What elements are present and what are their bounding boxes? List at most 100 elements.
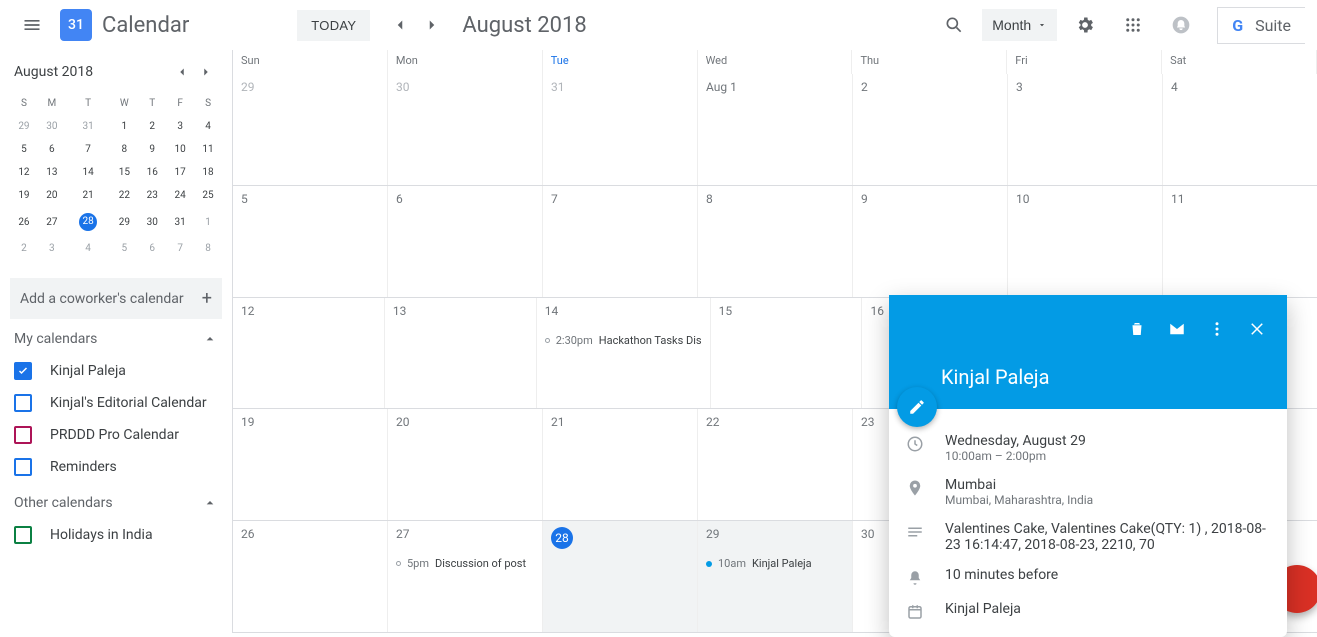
mini-day-cell[interactable]: 6 (38, 138, 66, 161)
search-button[interactable] (934, 5, 974, 45)
day-cell[interactable]: 275pmDiscussion of post (388, 521, 543, 632)
mini-day-cell[interactable]: 4 (66, 237, 111, 260)
mini-day-cell[interactable]: 10 (166, 138, 194, 161)
mini-day-cell[interactable]: 7 (66, 138, 111, 161)
mini-day-cell[interactable]: 22 (110, 184, 138, 207)
mini-day-cell[interactable]: 3 (166, 115, 194, 138)
mini-day-cell[interactable]: 30 (138, 207, 166, 237)
calendar-list-item[interactable]: Holidays in India (10, 519, 222, 551)
add-calendar-plus-icon[interactable]: + (202, 288, 212, 309)
day-cell[interactable]: 6 (388, 186, 543, 297)
mini-day-cell[interactable]: 12 (10, 161, 38, 184)
day-cell[interactable]: 12 (233, 298, 385, 409)
edit-event-button[interactable] (897, 387, 937, 427)
calendar-checkbox[interactable] (14, 458, 32, 476)
day-cell[interactable]: 3 (1008, 74, 1163, 185)
calendar-list-item[interactable]: Reminders (10, 451, 222, 483)
day-cell[interactable]: 7 (543, 186, 698, 297)
mini-day-cell[interactable]: 25 (194, 184, 222, 207)
notifications-button[interactable] (1161, 5, 1201, 45)
mini-day-cell[interactable]: 13 (38, 161, 66, 184)
mini-day-cell[interactable]: 20 (38, 184, 66, 207)
event-chip[interactable]: 5pmDiscussion of post (396, 557, 534, 570)
email-guests-button[interactable] (1159, 311, 1195, 347)
day-cell[interactable]: 29 (233, 74, 388, 185)
more-options-button[interactable] (1199, 311, 1235, 347)
calendar-list-item[interactable]: PRDDD Pro Calendar (10, 419, 222, 451)
calendar-list-item[interactable]: Kinjal Paleja (10, 355, 222, 387)
day-cell[interactable]: 10 (1008, 186, 1163, 297)
day-cell[interactable]: 8 (698, 186, 853, 297)
other-calendars-header[interactable]: Other calendars (10, 483, 222, 519)
calendar-checkbox[interactable] (14, 394, 32, 412)
mini-day-cell[interactable]: 2 (138, 115, 166, 138)
day-cell[interactable]: 21 (543, 409, 698, 520)
mini-day-cell[interactable]: 29 (110, 207, 138, 237)
mini-day-cell[interactable]: 15 (110, 161, 138, 184)
mini-day-cell[interactable]: 29 (10, 115, 38, 138)
mini-day-cell[interactable]: 26 (10, 207, 38, 237)
mini-day-cell[interactable]: 24 (166, 184, 194, 207)
event-chip[interactable]: 2:30pmHackathon Tasks Dis (545, 334, 702, 347)
mini-day-cell[interactable]: 23 (138, 184, 166, 207)
calendar-checkbox[interactable] (14, 526, 32, 544)
day-cell[interactable]: 13 (385, 298, 537, 409)
menu-button[interactable] (12, 5, 52, 45)
calendar-checkbox[interactable] (14, 426, 32, 444)
mini-day-cell[interactable]: 1 (110, 115, 138, 138)
day-cell[interactable]: 22 (698, 409, 853, 520)
mini-day-cell[interactable]: 31 (66, 115, 111, 138)
day-cell[interactable]: 26 (233, 521, 388, 632)
mini-day-cell[interactable]: 4 (194, 115, 222, 138)
mini-day-cell[interactable]: 17 (166, 161, 194, 184)
day-cell[interactable]: 4 (1163, 74, 1317, 185)
mini-day-cell[interactable]: 2 (10, 237, 38, 260)
mini-day-cell[interactable]: 1 (194, 207, 222, 237)
mini-day-cell[interactable]: 28 (66, 207, 111, 237)
day-cell[interactable]: 2 (853, 74, 1008, 185)
mini-day-cell[interactable]: 30 (38, 115, 66, 138)
calendar-checkbox[interactable] (14, 362, 32, 380)
view-selector[interactable]: Month (982, 9, 1057, 41)
mini-day-cell[interactable]: 18 (194, 161, 222, 184)
mini-day-cell[interactable]: 16 (138, 161, 166, 184)
mini-day-cell[interactable]: 11 (194, 138, 222, 161)
mini-day-cell[interactable]: 19 (10, 184, 38, 207)
mini-day-cell[interactable]: 8 (110, 138, 138, 161)
day-cell[interactable]: 28 (543, 521, 698, 632)
day-cell[interactable]: 5 (233, 186, 388, 297)
my-calendars-header[interactable]: My calendars (10, 319, 222, 355)
mini-day-cell[interactable]: 21 (66, 184, 111, 207)
next-period-button[interactable] (416, 9, 448, 41)
prev-period-button[interactable] (384, 9, 416, 41)
settings-button[interactable] (1065, 5, 1105, 45)
mini-day-cell[interactable]: 31 (166, 207, 194, 237)
mini-day-cell[interactable]: 3 (38, 237, 66, 260)
event-chip[interactable]: 10amKinjal Paleja (706, 557, 844, 570)
mini-day-cell[interactable]: 7 (166, 237, 194, 260)
close-popup-button[interactable] (1239, 311, 1275, 347)
today-button[interactable]: TODAY (297, 10, 370, 41)
day-cell[interactable]: 11 (1163, 186, 1317, 297)
mini-next-button[interactable] (194, 60, 218, 84)
mini-day-cell[interactable]: 8 (194, 237, 222, 260)
day-cell[interactable]: 19 (233, 409, 388, 520)
day-cell[interactable]: 9 (853, 186, 1008, 297)
gsuite-logo[interactable]: G Suite (1217, 7, 1305, 44)
day-cell[interactable]: 15 (711, 298, 863, 409)
day-cell[interactable]: 31 (543, 74, 698, 185)
calendar-list-item[interactable]: Kinjal's Editorial Calendar (10, 387, 222, 419)
day-cell[interactable]: 30 (388, 74, 543, 185)
mini-day-cell[interactable]: 27 (38, 207, 66, 237)
add-coworker-calendar[interactable]: Add a coworker's calendar + (10, 278, 222, 319)
day-cell[interactable]: 142:30pmHackathon Tasks Dis (537, 298, 711, 409)
delete-event-button[interactable] (1119, 311, 1155, 347)
mini-day-cell[interactable]: 9 (138, 138, 166, 161)
apps-launcher-button[interactable] (1113, 5, 1153, 45)
mini-prev-button[interactable] (170, 60, 194, 84)
mini-day-cell[interactable]: 6 (138, 237, 166, 260)
mini-day-cell[interactable]: 14 (66, 161, 111, 184)
mini-day-cell[interactable]: 5 (110, 237, 138, 260)
day-cell[interactable]: Aug 1 (698, 74, 853, 185)
day-cell[interactable]: 20 (388, 409, 543, 520)
